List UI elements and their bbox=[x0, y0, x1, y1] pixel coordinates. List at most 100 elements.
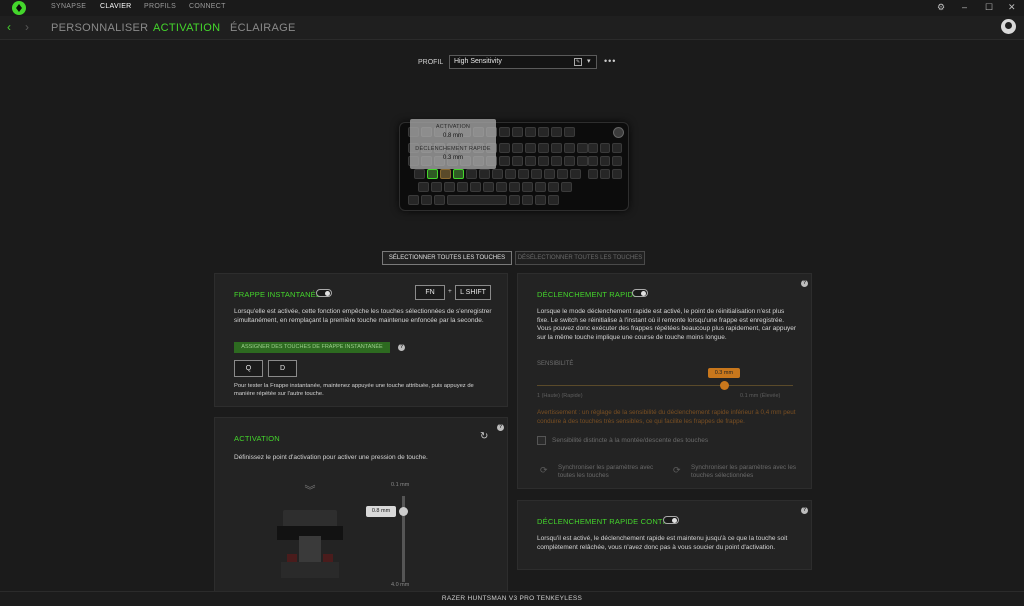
keyboard-key[interactable] bbox=[577, 143, 588, 153]
sync-selected-icon[interactable]: ⟳ bbox=[673, 465, 681, 476]
keyboard-key[interactable] bbox=[544, 169, 555, 179]
keyboard-key[interactable] bbox=[483, 182, 494, 192]
keyboard-key[interactable] bbox=[496, 182, 507, 192]
keyboard-key[interactable] bbox=[525, 127, 536, 137]
sync-selected-button[interactable]: Synchroniser les paramètres avec les tou… bbox=[691, 464, 801, 480]
keyboard-key[interactable] bbox=[512, 143, 523, 153]
keyboard-key[interactable] bbox=[427, 169, 438, 179]
keyboard-key[interactable] bbox=[434, 195, 445, 205]
info-icon[interactable]: ? bbox=[801, 507, 808, 514]
assigned-key-q[interactable]: Q bbox=[234, 360, 263, 377]
keyboard-key[interactable] bbox=[421, 195, 432, 205]
snap-tap-key-fn[interactable]: FN bbox=[415, 285, 445, 300]
keyboard-key[interactable] bbox=[408, 195, 419, 205]
settings-icon[interactable]: ⚙ bbox=[937, 2, 945, 13]
keyboard-key[interactable] bbox=[561, 182, 572, 192]
keyboard-key[interactable] bbox=[447, 195, 507, 205]
keyboard-key[interactable] bbox=[612, 156, 622, 166]
sync-all-button[interactable]: Synchroniser les paramètres avec toutes … bbox=[558, 464, 658, 480]
tab-clavier[interactable]: CLAVIER bbox=[100, 3, 132, 10]
keyboard-key[interactable] bbox=[453, 169, 464, 179]
keyboard-key[interactable] bbox=[509, 182, 520, 192]
razer-logo-icon[interactable] bbox=[12, 1, 26, 15]
profile-dropdown[interactable]: High Sensitivity ✎ ▾ bbox=[449, 55, 597, 69]
select-all-keys-button[interactable]: SÉLECTIONNER TOUTES LES TOUCHES bbox=[382, 251, 512, 265]
keyboard-key[interactable] bbox=[600, 169, 610, 179]
maximize-icon[interactable]: ☐ bbox=[985, 2, 993, 13]
rapid-trigger-toggle[interactable] bbox=[632, 289, 648, 297]
info-icon[interactable]: ? bbox=[801, 280, 808, 287]
minimize-icon[interactable]: – bbox=[962, 2, 967, 13]
keyboard-key[interactable] bbox=[440, 169, 451, 179]
keyboard-key[interactable] bbox=[531, 169, 542, 179]
keyboard-key[interactable] bbox=[512, 156, 523, 166]
keyboard-key[interactable] bbox=[551, 143, 562, 153]
keyboard-key[interactable] bbox=[431, 182, 442, 192]
distinct-sensitivity-checkbox[interactable] bbox=[537, 436, 546, 445]
keyboard-key[interactable] bbox=[518, 169, 529, 179]
keyboard-key[interactable] bbox=[588, 143, 598, 153]
back-arrow-icon[interactable]: ‹ bbox=[7, 20, 11, 34]
edit-icon[interactable]: ✎ bbox=[574, 58, 582, 66]
keyboard-key[interactable] bbox=[564, 156, 575, 166]
keyboard-key[interactable] bbox=[557, 169, 568, 179]
assign-snap-tap-button[interactable]: ASSIGNER DES TOUCHES DE FRAPPE INSTANTAN… bbox=[234, 342, 390, 353]
keyboard-key[interactable] bbox=[548, 182, 559, 192]
tab-connect[interactable]: CONNECT bbox=[189, 3, 226, 10]
keyboard-key[interactable] bbox=[512, 127, 523, 137]
keyboard-key[interactable] bbox=[466, 169, 477, 179]
keyboard-key[interactable] bbox=[548, 195, 559, 205]
keyboard-key[interactable] bbox=[570, 169, 581, 179]
keyboard-key[interactable] bbox=[577, 156, 588, 166]
keyboard-key[interactable] bbox=[564, 127, 575, 137]
sensitivity-slider-track[interactable] bbox=[537, 385, 793, 386]
sensitivity-slider-thumb[interactable] bbox=[719, 381, 729, 390]
keyboard-key[interactable] bbox=[525, 143, 536, 153]
keyboard-key[interactable] bbox=[551, 127, 562, 137]
assigned-key-d[interactable]: D bbox=[268, 360, 297, 377]
keyboard-key[interactable] bbox=[522, 195, 533, 205]
keyboard-key[interactable] bbox=[499, 156, 510, 166]
keyboard-key[interactable] bbox=[492, 169, 503, 179]
keyboard-key[interactable] bbox=[535, 182, 546, 192]
keyboard-key[interactable] bbox=[509, 195, 520, 205]
continuous-rapid-toggle[interactable] bbox=[663, 516, 679, 524]
keyboard-key[interactable] bbox=[470, 182, 481, 192]
keyboard-key[interactable] bbox=[600, 156, 610, 166]
keyboard-key[interactable] bbox=[612, 143, 622, 153]
keyboard-key[interactable] bbox=[444, 182, 455, 192]
snap-tap-key-lshift[interactable]: L SHIFT bbox=[455, 285, 491, 300]
volume-knob[interactable] bbox=[613, 127, 624, 138]
deselect-all-keys-button[interactable]: DÉSÉLECTIONNER TOUTES LES TOUCHES bbox=[515, 251, 645, 265]
keyboard-key[interactable] bbox=[414, 169, 425, 179]
avatar[interactable] bbox=[1001, 19, 1016, 34]
keyboard-key[interactable] bbox=[499, 143, 510, 153]
keyboard-key[interactable] bbox=[612, 169, 622, 179]
keyboard-key[interactable] bbox=[535, 195, 546, 205]
keyboard-key[interactable] bbox=[505, 169, 516, 179]
keyboard-key[interactable] bbox=[538, 127, 549, 137]
activation-slider-thumb[interactable] bbox=[399, 507, 408, 517]
keyboard-key[interactable] bbox=[551, 156, 562, 166]
keyboard-key[interactable] bbox=[588, 156, 598, 166]
keyboard-key[interactable] bbox=[600, 143, 610, 153]
keyboard-key[interactable] bbox=[522, 182, 533, 192]
tab-eclairage[interactable]: ÉCLAIRAGE bbox=[230, 22, 296, 34]
info-icon[interactable]: ? bbox=[398, 344, 405, 351]
forward-arrow-icon[interactable]: › bbox=[25, 20, 29, 34]
tab-synapse[interactable]: SYNAPSE bbox=[51, 3, 86, 10]
keyboard-key[interactable] bbox=[499, 127, 510, 137]
tab-activation[interactable]: ACTIVATION bbox=[153, 22, 220, 34]
keyboard-key[interactable] bbox=[564, 143, 575, 153]
snap-tap-toggle[interactable] bbox=[316, 289, 332, 297]
keyboard-key[interactable] bbox=[538, 143, 549, 153]
more-options-icon[interactable]: ••• bbox=[604, 56, 616, 66]
keyboard-key[interactable] bbox=[457, 182, 468, 192]
reset-icon[interactable]: ↻ bbox=[480, 431, 488, 442]
tab-profils[interactable]: PROFILS bbox=[144, 3, 176, 10]
info-icon[interactable]: ? bbox=[497, 424, 504, 431]
keyboard-key[interactable] bbox=[588, 169, 598, 179]
tab-personnaliser[interactable]: PERSONNALISER bbox=[51, 22, 148, 34]
keyboard-key[interactable] bbox=[418, 182, 429, 192]
keyboard-key[interactable] bbox=[525, 156, 536, 166]
